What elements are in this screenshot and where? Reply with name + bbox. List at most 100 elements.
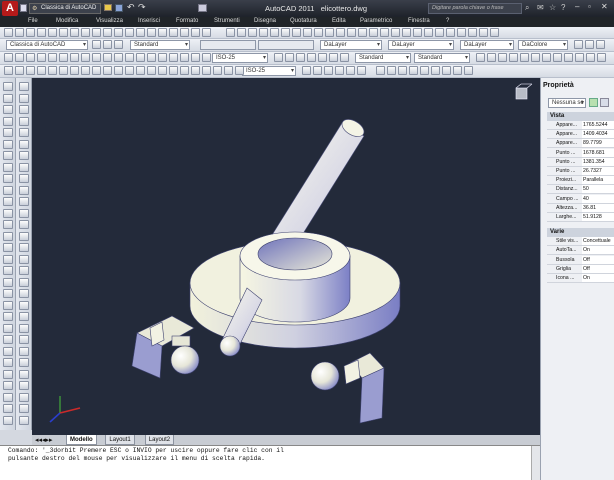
toolbar-tool-icon[interactable]: [347, 28, 356, 37]
tab-modello[interactable]: Modello: [66, 435, 97, 445]
toolbar-tool-icon[interactable]: [531, 53, 540, 62]
draw-tool-icon[interactable]: [19, 128, 29, 137]
toolbar-tool-icon[interactable]: [70, 28, 79, 37]
toolbar-tool-icon[interactable]: [358, 28, 367, 37]
toolbar-tool-icon[interactable]: [398, 66, 407, 75]
draw-tool-icon[interactable]: [19, 404, 29, 413]
draw-tool-icon[interactable]: [19, 93, 29, 103]
draw-tool-icon[interactable]: [19, 323, 29, 333]
toolbar-tool-icon[interactable]: [147, 66, 156, 75]
toolbar-tool-icon[interactable]: [26, 53, 35, 62]
draw-tool-icon[interactable]: [19, 369, 29, 379]
menu-item[interactable]: Strumenti: [214, 18, 240, 24]
toolbar-tool-icon[interactable]: [114, 28, 123, 37]
tab-nav-icon[interactable]: ◂◂◂▸▸: [35, 436, 53, 444]
toolbar-tool-icon[interactable]: [202, 28, 211, 37]
toolbar-tool-icon[interactable]: [446, 28, 455, 37]
selection-select[interactable]: Nessuna se ▾: [548, 98, 586, 108]
toolbar-tool-icon[interactable]: [340, 53, 349, 62]
draw-tool-icon[interactable]: [3, 312, 13, 321]
toolbar-tool-icon[interactable]: [575, 53, 584, 62]
toolbar-tool-icon[interactable]: [431, 66, 440, 75]
toolbar-tool-icon[interactable]: [191, 66, 200, 75]
toolbar-tool-icon[interactable]: [81, 66, 90, 75]
toolbar-tool-icon[interactable]: [285, 53, 294, 62]
app-menu-button[interactable]: A: [2, 1, 18, 16]
draw-tool-icon[interactable]: [3, 243, 13, 252]
toolbar-tool-icon[interactable]: [224, 66, 233, 75]
toolbar-tool-icon[interactable]: [15, 53, 24, 62]
toolbar-tool-icon[interactable]: [147, 28, 156, 37]
draw-tool-icon[interactable]: [19, 392, 29, 402]
property-row[interactable]: Bussola Off: [547, 255, 614, 265]
draw-tool-icon[interactable]: [3, 185, 13, 195]
toolbar-tool-icon[interactable]: [335, 66, 344, 75]
draw-tool-icon[interactable]: [19, 243, 29, 252]
toolbar-tool-icon[interactable]: [259, 28, 268, 37]
toolbar-tool-icon[interactable]: [274, 53, 283, 62]
menu-item[interactable]: Inserisci: [138, 18, 160, 24]
property-row[interactable]: Proiezi... Parallela: [547, 176, 614, 186]
toolbar-tool-icon[interactable]: [498, 53, 507, 62]
toolbar-tool-icon[interactable]: [281, 28, 290, 37]
linetype-select[interactable]: DaLayer ▾: [388, 40, 454, 50]
draw-tool-icon[interactable]: [3, 162, 13, 172]
toolbar-tool-icon[interactable]: [37, 66, 46, 75]
draw-tool-icon[interactable]: [3, 335, 13, 344]
toolbar-tool-icon[interactable]: [92, 66, 101, 75]
toolbar-tool-icon[interactable]: [586, 53, 595, 62]
draw-tool-icon[interactable]: [19, 174, 29, 183]
draw-tool-icon[interactable]: [19, 300, 29, 310]
toolbar-tool-icon[interactable]: [476, 53, 485, 62]
toolbar-tool-icon[interactable]: [114, 40, 123, 49]
property-value[interactable]: 1765.5244: [582, 121, 614, 129]
property-value[interactable]: 40: [582, 194, 614, 203]
draw-tool-icon[interactable]: [19, 312, 29, 321]
layer-state-select[interactable]: [200, 40, 256, 50]
toolbar-tool-icon[interactable]: [237, 28, 246, 37]
draw-tool-icon[interactable]: [3, 220, 13, 229]
quick-access-save-icon[interactable]: [115, 4, 123, 12]
draw-tool-icon[interactable]: [3, 346, 13, 356]
draw-tool-icon[interactable]: [19, 254, 29, 264]
toolbar-tool-icon[interactable]: [92, 28, 101, 37]
toolbar-tool-icon[interactable]: [296, 53, 305, 62]
property-value[interactable]: On: [582, 246, 614, 255]
toolbar-tool-icon[interactable]: [125, 53, 134, 62]
toolbar-tool-icon[interactable]: [376, 66, 385, 75]
toolbar-tool-icon[interactable]: [70, 53, 79, 62]
toolbar-tool-icon[interactable]: [442, 66, 451, 75]
toolbar-tool-icon[interactable]: [307, 53, 316, 62]
toolbar-tool-icon[interactable]: [413, 28, 422, 37]
toolbar-tool-icon[interactable]: [125, 66, 134, 75]
toolbar-tool-icon[interactable]: [380, 28, 389, 37]
draw-tool-icon[interactable]: [3, 300, 13, 310]
toolbar-tool-icon[interactable]: [81, 28, 90, 37]
toolbar-tool-icon[interactable]: [92, 40, 101, 49]
toolbar-tool-icon[interactable]: [357, 66, 366, 75]
toolbar-tool-icon[interactable]: [270, 28, 279, 37]
property-value[interactable]: 50: [582, 185, 614, 194]
draw-tool-icon[interactable]: [19, 151, 29, 160]
draw-tool-icon[interactable]: [19, 346, 29, 356]
menu-item[interactable]: Visualizza: [96, 18, 123, 24]
communication-center-icon[interactable]: ✉: [537, 3, 544, 12]
menu-item[interactable]: ?: [446, 18, 449, 24]
menu-item[interactable]: Edita: [332, 18, 346, 24]
draw-tool-icon[interactable]: [19, 277, 29, 287]
menu-item[interactable]: Formato: [176, 18, 198, 24]
maximize-button[interactable]: ▫: [588, 2, 591, 11]
draw-tool-icon[interactable]: [3, 151, 13, 160]
toolbar-tool-icon[interactable]: [125, 28, 134, 37]
toolbar-tool-icon[interactable]: [424, 28, 433, 37]
draw-tool-icon[interactable]: [19, 208, 29, 218]
menu-item[interactable]: Parametrico: [360, 18, 392, 24]
toolbar-tool-icon[interactable]: [70, 66, 79, 75]
property-row[interactable]: Punto ... 1678.681: [547, 148, 614, 158]
draw-tool-icon[interactable]: [19, 197, 29, 206]
toolbar-tool-icon[interactable]: [324, 66, 333, 75]
draw-tool-icon[interactable]: [3, 369, 13, 379]
toolbar-tool-icon[interactable]: [114, 53, 123, 62]
property-value[interactable]: 1409.4034: [582, 130, 614, 139]
toolbar-tool-icon[interactable]: [520, 53, 529, 62]
